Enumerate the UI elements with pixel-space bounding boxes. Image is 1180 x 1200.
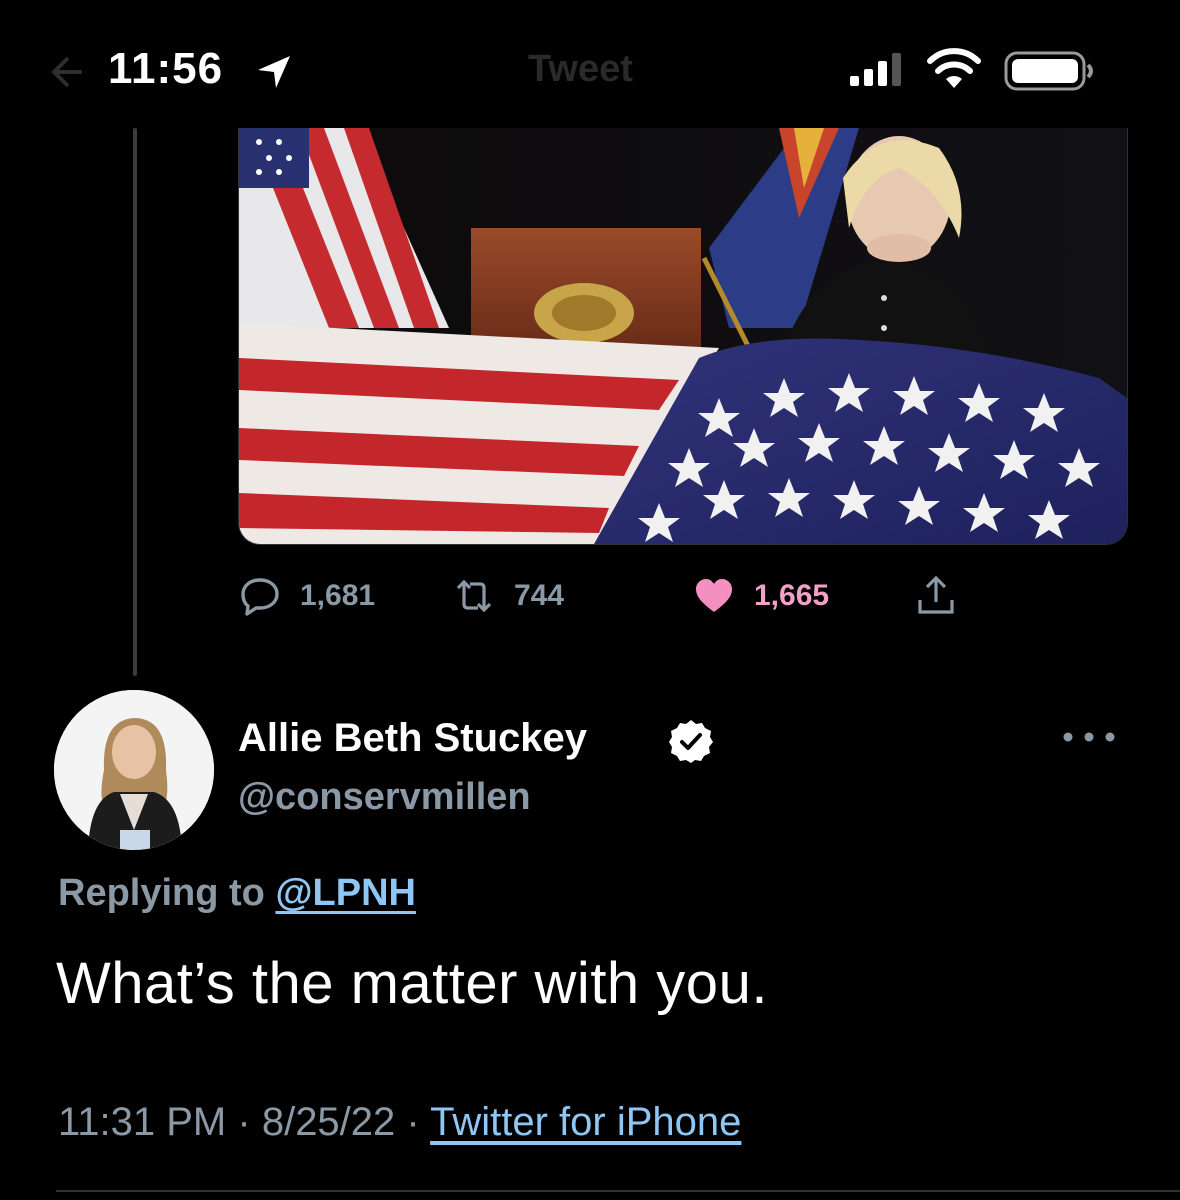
like-button[interactable]: 1,665: [692, 572, 829, 620]
page-title: Tweet: [528, 48, 633, 90]
tweet-text: What’s the matter with you.: [56, 951, 768, 1016]
location-arrow-icon: [258, 56, 290, 88]
like-count: 1,665: [754, 579, 830, 612]
separator-dot: ·: [406, 1100, 420, 1144]
share-icon: [918, 575, 954, 614]
status-time: 11:56: [108, 44, 224, 93]
back-arrow-icon[interactable]: [44, 52, 84, 92]
retweet-icon: [456, 579, 492, 613]
tweet-date: 8/25/22: [261, 1100, 396, 1144]
retweet-count: 744: [514, 579, 565, 612]
status-bar: 11:56 Tweet: [0, 0, 1180, 128]
tweet-timestamp-line: 11:31 PM · 8/25/22 · Twitter for iPhone: [58, 1100, 741, 1145]
tweet-media-image[interactable]: [238, 128, 1128, 545]
avatar[interactable]: [54, 690, 214, 850]
tweet-client-link[interactable]: Twitter for iPhone: [430, 1100, 741, 1144]
reply-count: 1,681: [300, 579, 376, 612]
thread-connector-line: [133, 128, 137, 676]
replying-to-mention-link[interactable]: @LPNH: [275, 872, 416, 914]
reply-icon: [241, 578, 279, 616]
reply-button[interactable]: 1,681: [238, 572, 375, 620]
wifi-icon: [927, 48, 981, 88]
author-name[interactable]: Allie Beth Stuckey: [238, 716, 587, 761]
share-button[interactable]: [914, 572, 958, 620]
tweet-time: 11:31 PM: [58, 1100, 227, 1144]
more-options-icon[interactable]: [1054, 722, 1124, 752]
replying-to-label: Replying to: [58, 872, 265, 914]
divider: [56, 1190, 1180, 1192]
heart-icon: [696, 579, 732, 612]
retweet-button[interactable]: 744: [452, 572, 564, 620]
battery-icon: [1004, 51, 1093, 91]
cellular-signal-icon: [850, 53, 901, 86]
verified-badge-icon: [669, 720, 713, 763]
replying-to-line: Replying to @LPNH: [58, 872, 416, 915]
tweet-action-bar: 1,681 744 1,665: [238, 572, 998, 620]
author-handle[interactable]: @conservmillen: [238, 776, 531, 819]
separator-dot: ·: [237, 1100, 251, 1144]
